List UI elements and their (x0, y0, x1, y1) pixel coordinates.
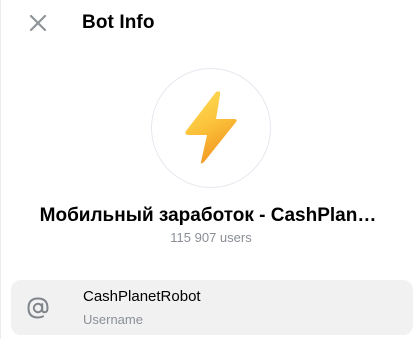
at-sign-icon (25, 295, 51, 321)
avatar[interactable] (151, 68, 271, 188)
username-value: CashPlanetRobot (83, 288, 201, 305)
username-label: Username (83, 312, 143, 327)
bot-name: Мобильный заработок - CashPlan… (39, 205, 377, 226)
lightning-icon (185, 91, 237, 164)
username-row[interactable]: CashPlanetRobot Username (11, 280, 413, 335)
close-icon (29, 14, 47, 32)
page-title: Bot Info (82, 12, 155, 33)
bot-info-panel: Bot Info Мобильный заработок - CashPlan…… (0, 0, 414, 339)
close-button[interactable] (23, 8, 53, 38)
bot-users-count: 115 907 users (170, 230, 252, 245)
header: Bot Info (1, 0, 414, 48)
